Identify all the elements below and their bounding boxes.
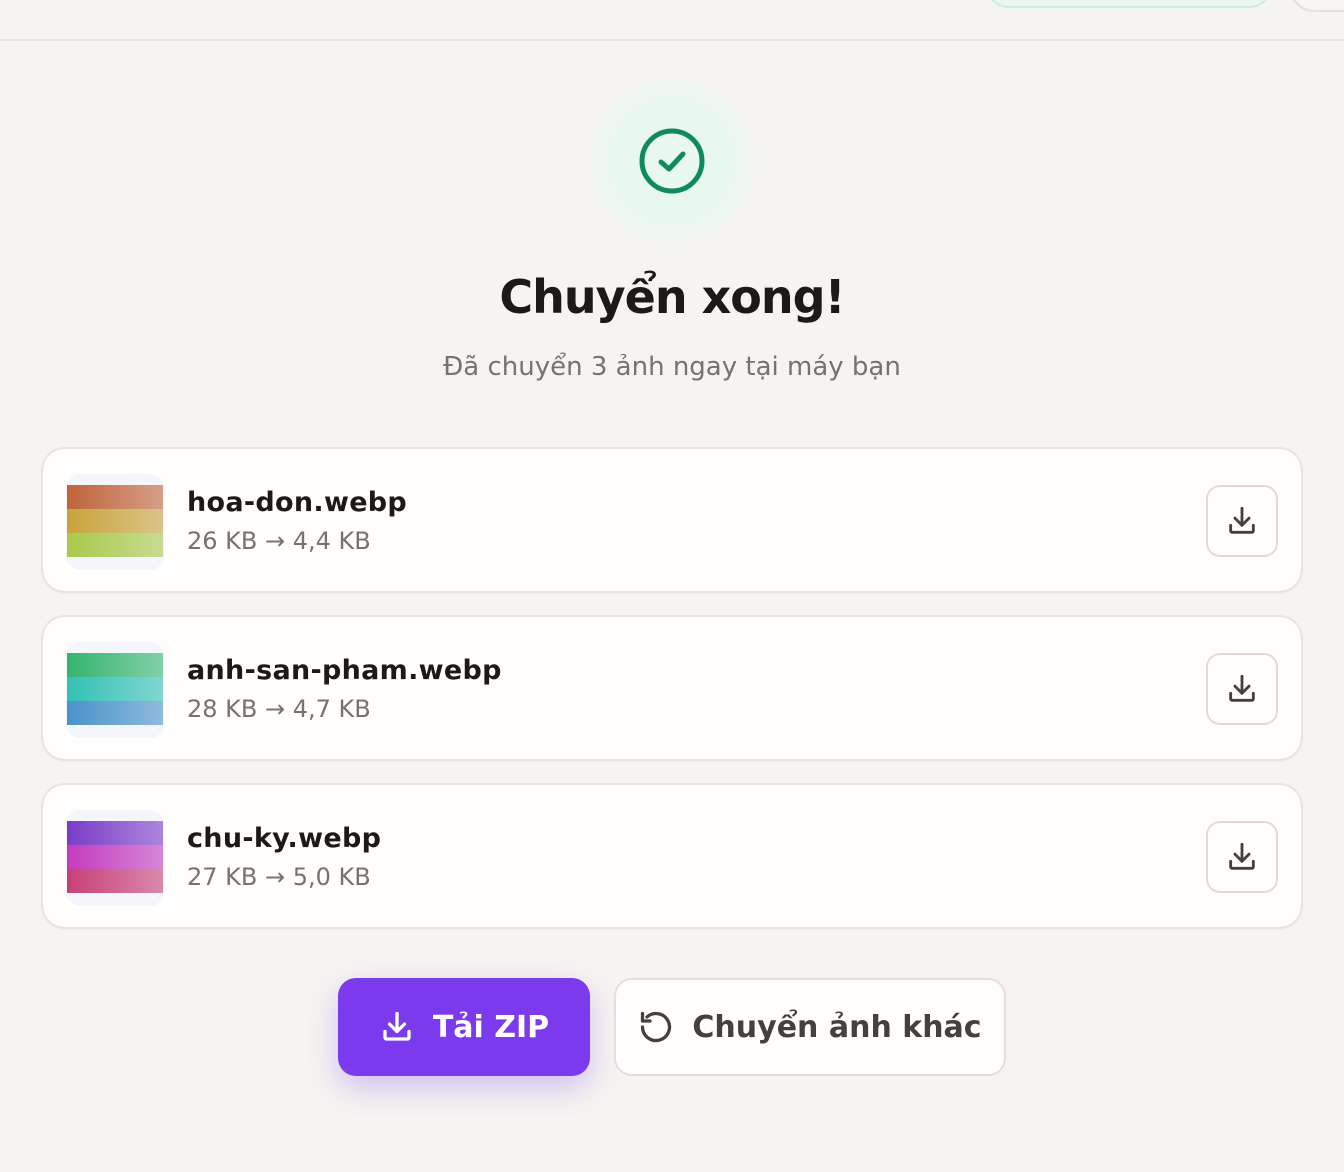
download-file-button[interactable]: [1206, 653, 1278, 725]
download-file-button[interactable]: [1206, 485, 1278, 557]
conversion-result-page: Chuyển xong! Đã chuyển 3 ảnh ngay tại má…: [0, 0, 1344, 1172]
top-header: [0, 0, 1344, 41]
file-size: 27 KB → 5,0 KB: [187, 863, 371, 891]
download-icon: [383, 1011, 411, 1041]
header-secondary-pill[interactable]: [1290, 0, 1344, 12]
download-file-button[interactable]: [1206, 821, 1278, 893]
convert-another-label: Chuyển ảnh khác: [692, 1009, 982, 1045]
thumb-band: [67, 509, 163, 533]
file-card: hoa-don.webp 26 KB → 4,4 KB: [41, 447, 1303, 593]
thumbnail-image: [67, 653, 163, 725]
file-card: chu-ky.webp 27 KB → 5,0 KB: [41, 783, 1303, 929]
thumb-band: [67, 701, 163, 725]
thumb-band: [67, 485, 163, 509]
download-icon: [1229, 674, 1255, 702]
file-thumbnail: [66, 810, 164, 906]
file-thumbnail: [66, 474, 164, 570]
thumb-band: [67, 677, 163, 701]
download-zip-label: Tải ZIP: [432, 1009, 550, 1045]
thumb-band: [67, 653, 163, 677]
file-thumbnail: [66, 642, 164, 738]
download-icon: [1229, 842, 1255, 870]
convert-another-button[interactable]: Chuyển ảnh khác: [614, 978, 1006, 1076]
file-name: anh-san-pham.webp: [187, 655, 502, 686]
download-zip-button[interactable]: Tải ZIP: [338, 978, 590, 1076]
file-card: anh-san-pham.webp 28 KB → 4,7 KB: [41, 615, 1303, 761]
thumb-band: [67, 821, 163, 845]
download-icon: [1229, 506, 1255, 534]
thumbnail-image: [67, 821, 163, 893]
header-primary-pill[interactable]: [985, 0, 1273, 8]
page-subtitle: Đã chuyển 3 ảnh ngay tại máy bạn: [443, 352, 901, 382]
file-size: 26 KB → 4,4 KB: [187, 527, 371, 555]
rotate-ccw-icon: [641, 1011, 672, 1043]
file-size: 28 KB → 4,7 KB: [187, 695, 371, 723]
file-name: chu-ky.webp: [187, 823, 382, 854]
thumb-band: [67, 533, 163, 557]
thumb-band: [67, 869, 163, 893]
thumb-band: [67, 845, 163, 869]
check-circle-icon: [639, 128, 705, 194]
success-badge: [591, 80, 753, 242]
file-name: hoa-don.webp: [187, 487, 408, 518]
page-title: Chuyển xong!: [499, 270, 845, 324]
thumbnail-image: [67, 485, 163, 557]
converted-file-list: hoa-don.webp 26 KB → 4,4 KB anh-san-pham…: [41, 447, 1303, 951]
